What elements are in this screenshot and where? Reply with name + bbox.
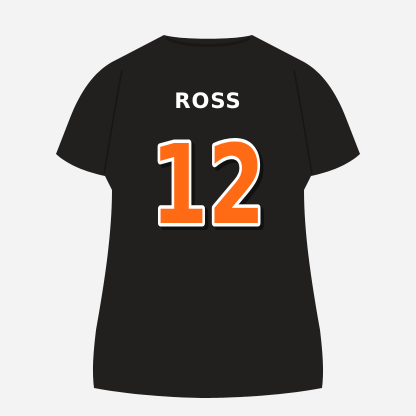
tshirt-back-illustration: ROSS 12 12 12 (56, 35, 360, 398)
product-image: ROSS 12 12 12 (0, 0, 416, 416)
player-number: 12 (151, 121, 265, 249)
player-name: ROSS (174, 89, 241, 113)
